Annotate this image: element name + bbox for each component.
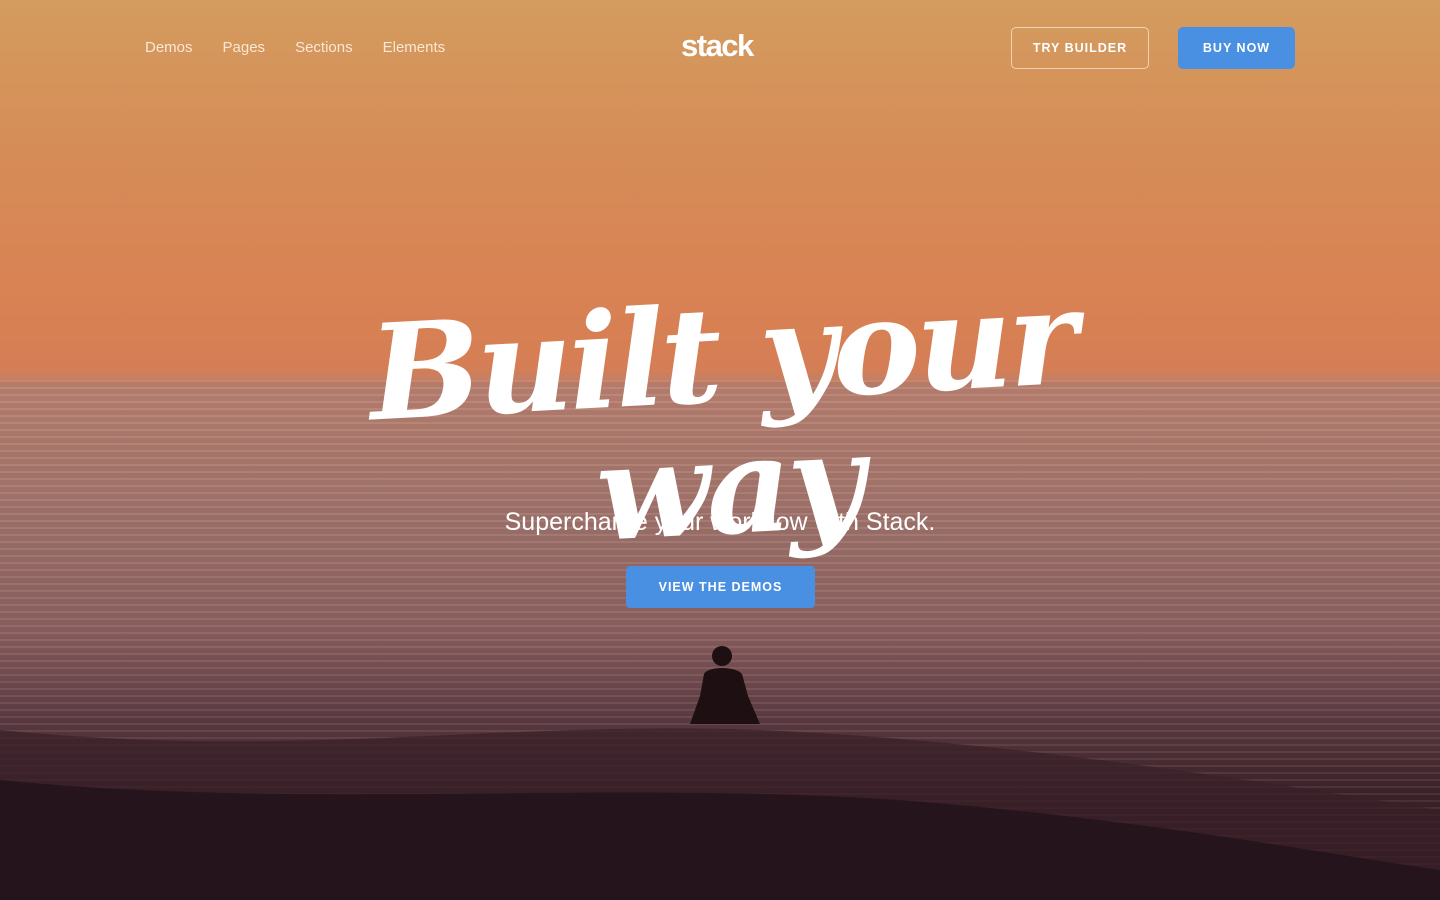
surfer-silhouette bbox=[690, 646, 760, 724]
buy-now-button[interactable]: BUY NOW bbox=[1178, 27, 1295, 69]
wave-swell bbox=[0, 728, 1440, 900]
nav-link-elements[interactable]: Elements bbox=[383, 39, 446, 56]
top-navbar: Demos Pages Sections Elements stack TRY … bbox=[0, 0, 1440, 96]
hero-subtitle: Supercharge your workflow with Stack. bbox=[504, 508, 936, 536]
nav-links: Demos Pages Sections Elements bbox=[145, 39, 445, 56]
nav-link-pages[interactable]: Pages bbox=[223, 39, 266, 56]
logo[interactable]: stack bbox=[681, 28, 754, 64]
view-demos-button[interactable]: VIEW THE DEMOS bbox=[626, 566, 815, 608]
nav-link-demos[interactable]: Demos bbox=[145, 39, 193, 56]
nav-link-sections[interactable]: Sections bbox=[295, 39, 353, 56]
try-builder-button[interactable]: TRY BUILDER bbox=[1011, 27, 1149, 69]
